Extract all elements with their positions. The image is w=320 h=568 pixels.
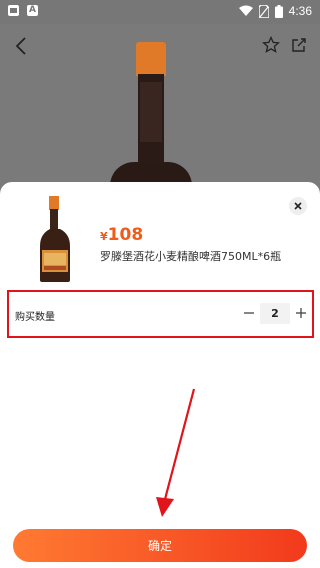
no-sim-icon (258, 4, 269, 18)
minus-icon (244, 312, 254, 314)
quantity-row-highlight: 购买数量 2 (7, 290, 314, 338)
price-value: 108 (107, 225, 144, 245)
status-time: 4:36 (288, 4, 312, 18)
notification-icons: A (8, 5, 38, 16)
product-title: 罗滕堡酒花小麦精酿啤酒750ML*6瓶 (100, 250, 282, 263)
back-arrow-icon[interactable] (14, 36, 30, 56)
increase-quantity-button[interactable] (293, 303, 309, 323)
close-sheet-button[interactable] (289, 197, 307, 215)
close-icon (294, 202, 302, 210)
wifi-icon (238, 5, 253, 16)
favorite-star-icon[interactable] (262, 36, 280, 54)
quantity-label: 购买数量 (15, 312, 55, 323)
system-icons: 4:36 (238, 4, 312, 18)
plus-icon (296, 308, 306, 318)
product-price: ¥108 (100, 225, 143, 245)
quantity-stepper-value[interactable]: 2 (260, 303, 290, 324)
confirm-button[interactable]: 确定 (13, 529, 307, 562)
status-bar: A 4:36 (0, 0, 320, 24)
bottle-cap (136, 42, 166, 76)
share-icon[interactable] (290, 36, 308, 54)
product-thumbnail (40, 196, 70, 282)
battery-icon (274, 4, 283, 18)
bottle-neck-label (140, 82, 162, 142)
currency-symbol: ¥ (100, 230, 108, 243)
a-notification-icon: A (27, 5, 38, 16)
decrease-quantity-button[interactable] (241, 303, 257, 323)
annotation-arrow (156, 388, 196, 517)
image-notification-icon (8, 5, 19, 16)
